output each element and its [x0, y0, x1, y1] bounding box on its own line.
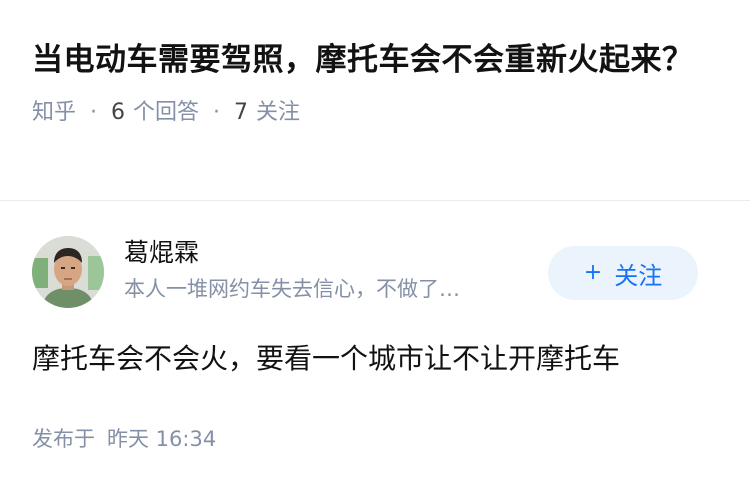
answer-content[interactable]: 摩托车会不会火，要看一个城市让不让开摩托车: [32, 339, 722, 379]
follow-button-label: 关注: [614, 261, 663, 290]
followers-label[interactable]: 关注: [256, 98, 300, 128]
avatar-photo-icon: [32, 236, 104, 308]
plus-icon: +: [583, 260, 603, 285]
question-title[interactable]: 当电动车需要驾照，摩托车会不会重新火起来？: [32, 36, 722, 84]
meta-separator: ·: [90, 100, 98, 125]
meta-separator: ·: [213, 100, 221, 125]
answers-count: 6: [111, 100, 126, 125]
author-card: 葛焜霖 本人一堆网约车失去信心，不做了… + 关注: [32, 236, 718, 308]
source-label[interactable]: 知乎: [32, 98, 76, 128]
avatar[interactable]: [32, 236, 104, 308]
question-meta: 知乎 · 6 个回答 · 7 关注: [32, 98, 722, 128]
author-bio: 本人一堆网约车失去信心，不做了…: [124, 277, 460, 301]
author-name[interactable]: 葛焜霖: [124, 236, 534, 270]
followers-count: 7: [234, 100, 249, 125]
author-info: 葛焜霖 本人一堆网约车失去信心，不做了…: [124, 236, 534, 304]
section-divider: [0, 200, 750, 201]
published-time: 昨天 16:34: [107, 427, 217, 451]
answers-label[interactable]: 个回答: [133, 98, 199, 128]
published-label: 发布于: [32, 427, 95, 451]
publish-info: 发布于 昨天 16:34: [32, 424, 216, 454]
question-header: 当电动车需要驾照，摩托车会不会重新火起来？ 知乎 · 6 个回答 · 7 关注: [32, 36, 722, 128]
follow-button[interactable]: + 关注: [548, 246, 698, 300]
